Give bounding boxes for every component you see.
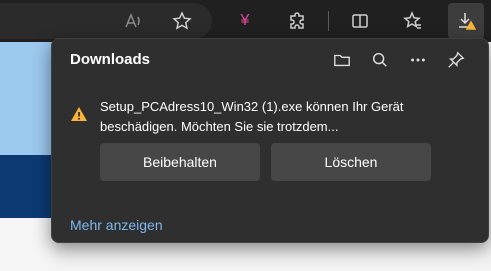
- pin-icon[interactable]: [444, 48, 468, 72]
- yen-glyph: ¥: [240, 12, 250, 29]
- warning-icon: [71, 107, 87, 121]
- page-background-banner: [0, 155, 56, 218]
- page-background-top: [0, 42, 56, 155]
- delete-button[interactable]: Löschen: [271, 143, 431, 181]
- toolbar-separator: [328, 11, 329, 31]
- downloads-icon[interactable]: [451, 6, 481, 36]
- split-screen-icon[interactable]: [345, 6, 375, 36]
- warning-message: Setup_PCAdress10_Win32 (1).exe können Ih…: [100, 99, 404, 134]
- extensions-icon[interactable]: [283, 6, 313, 36]
- open-folder-icon[interactable]: [330, 48, 354, 72]
- browser-toolbar: ¥: [0, 0, 491, 42]
- read-aloud-icon[interactable]: [118, 6, 148, 36]
- search-icon[interactable]: [368, 48, 392, 72]
- favorite-star-icon[interactable]: [167, 6, 197, 36]
- downloads-panel: Downloads Setup_PCAdress10_Win32 (1).exe…: [51, 38, 489, 243]
- downloads-title: Downloads: [70, 51, 151, 68]
- page-background-bottom: [0, 218, 56, 271]
- show-more-link[interactable]: Mehr anzeigen: [70, 217, 163, 233]
- favorites-icon[interactable]: [398, 6, 428, 36]
- keep-button[interactable]: Beibehalten: [100, 143, 260, 181]
- yen-icon[interactable]: ¥: [230, 6, 260, 36]
- more-options-icon[interactable]: [406, 48, 430, 72]
